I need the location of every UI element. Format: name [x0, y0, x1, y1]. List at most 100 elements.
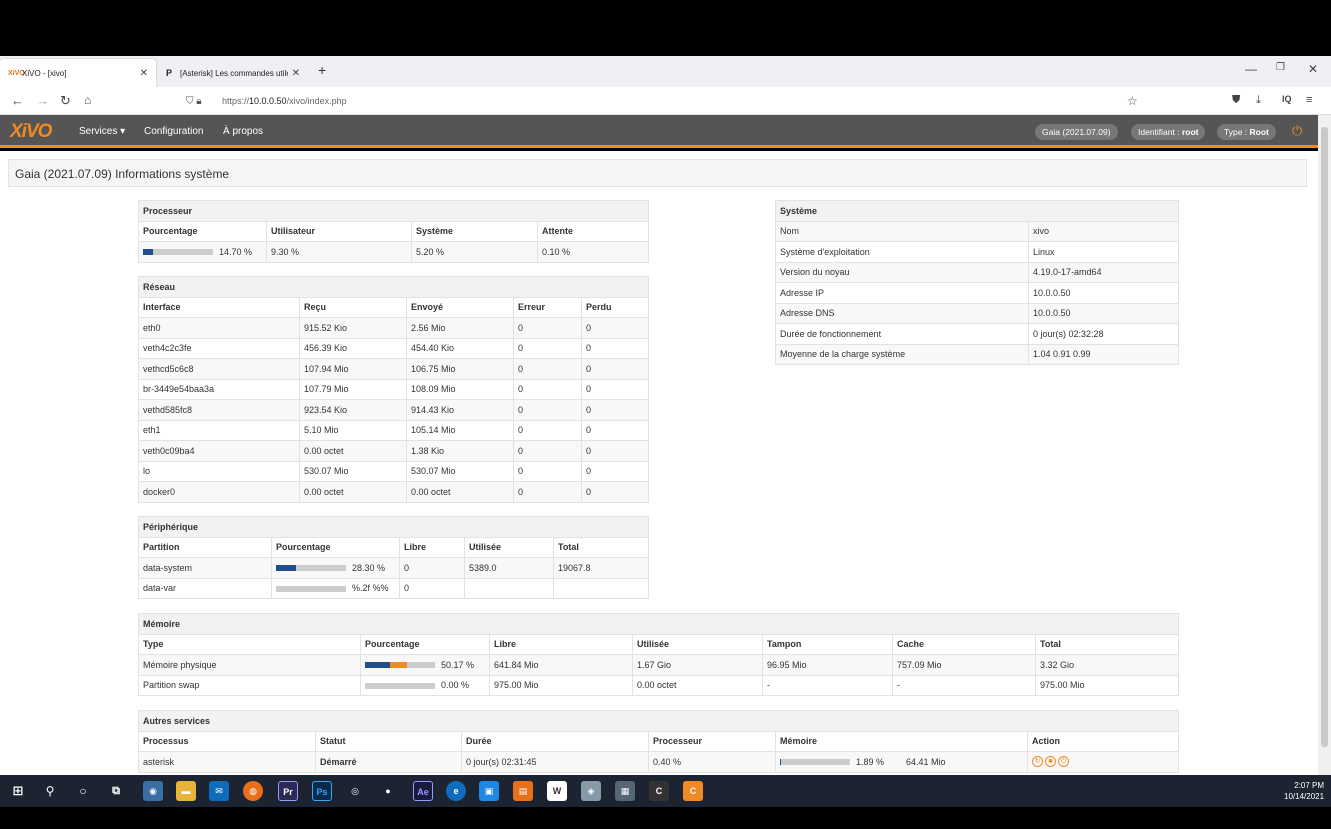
- col-header: Partition: [138, 536, 272, 558]
- download-icon[interactable]: ⤓: [1256, 94, 1261, 107]
- app-icon[interactable]: ◈: [581, 781, 601, 801]
- minimize-icon[interactable]: —: [1245, 62, 1257, 76]
- home-icon[interactable]: ⌂: [84, 93, 91, 107]
- cpu-wait-cell: 0.10 %: [537, 241, 649, 263]
- recu-cell: 0.00 octet: [299, 440, 407, 462]
- erreur-cell: 0: [513, 399, 582, 421]
- menu-icon[interactable]: ≡: [1306, 94, 1312, 106]
- property-value-cell: 10.0.0.50: [1028, 302, 1179, 324]
- bookmark-star-icon[interactable]: ☆: [1127, 94, 1138, 108]
- erreur-cell: 0: [513, 460, 582, 482]
- reload-icon[interactable]: ↻: [60, 93, 71, 109]
- menu-services[interactable]: Services ▾: [79, 126, 125, 137]
- photoshop-icon[interactable]: Ps: [312, 781, 332, 801]
- app-icon[interactable]: ◎: [345, 781, 365, 801]
- erreur-cell: 0: [513, 440, 582, 462]
- tab-title: XiVO - [xivo]: [22, 68, 67, 78]
- libre-cell: 975.00 Mio: [489, 674, 633, 696]
- col-header: Système: [411, 220, 538, 242]
- cache-cell: 757.09 Mio: [892, 654, 1036, 676]
- back-icon[interactable]: ←: [11, 93, 24, 108]
- peripherique-table: Périphérique Partition Pourcentage Libre…: [138, 516, 649, 599]
- after-effects-icon[interactable]: Ae: [413, 781, 433, 801]
- property-value-cell: 0 jour(s) 02:32:28: [1028, 323, 1179, 345]
- app-icon[interactable]: ▣: [479, 781, 499, 801]
- interface-cell: eth0: [138, 317, 300, 339]
- property-value-cell: 1.04 0.91 0.99: [1028, 343, 1179, 365]
- restart-icon[interactable]: ↻: [1032, 756, 1043, 768]
- browser-tab-xivo[interactable]: XiVO XiVO - [xivo] ✕: [0, 59, 156, 87]
- system-clock[interactable]: 2:07 PM 10/14/2021: [1284, 780, 1324, 802]
- firefox-icon[interactable]: ◍: [243, 781, 263, 801]
- table-row: Adresse DNS 10.0.0.50: [775, 302, 1179, 324]
- new-tab-icon[interactable]: +: [318, 62, 326, 78]
- process-cell: asterisk: [138, 751, 316, 773]
- app-icon[interactable]: C: [683, 781, 703, 801]
- property-name-cell: Moyenne de la charge système: [775, 343, 1029, 365]
- url-path: /xivo/index.php: [286, 96, 347, 106]
- recu-cell: 530.07 Mio: [299, 460, 407, 482]
- page-scrollbar[interactable]: [1318, 115, 1331, 775]
- maximize-icon[interactable]: ❐: [1276, 62, 1285, 73]
- app-icon[interactable]: ◉: [143, 781, 163, 801]
- col-header: Libre: [399, 536, 465, 558]
- file-explorer-icon[interactable]: ▬: [176, 781, 196, 801]
- url-host: 10.0.0.50: [249, 96, 287, 106]
- envoye-cell: 2.56 Mio: [406, 317, 514, 339]
- envoye-cell: 106.75 Mio: [406, 358, 514, 380]
- obs-icon[interactable]: ●: [378, 781, 398, 801]
- col-header: Action: [1027, 730, 1179, 752]
- erreur-cell: 0: [513, 337, 582, 359]
- status-cell: Démarré: [315, 751, 462, 773]
- task-view-icon[interactable]: ⧉: [106, 781, 126, 801]
- cpu-progress-bar: [143, 249, 213, 256]
- interface-cell: eth1: [138, 419, 300, 441]
- col-header: Processus: [138, 730, 316, 752]
- clock-date: 10/14/2021: [1284, 792, 1325, 801]
- col-header: Pourcentage: [138, 220, 267, 242]
- action-cell: ↻ ■ ⏻: [1027, 751, 1179, 773]
- close-window-icon[interactable]: ✕: [1308, 62, 1318, 76]
- app-icon[interactable]: C: [649, 781, 669, 801]
- search-icon[interactable]: ⚲: [40, 781, 60, 801]
- power-icon[interactable]: ⏻: [1058, 756, 1069, 768]
- recu-cell: 0.00 octet: [299, 481, 407, 503]
- edge-icon[interactable]: e: [446, 781, 466, 801]
- property-name-cell: Durée de fonctionnement: [775, 323, 1029, 345]
- extension-icon[interactable]: IQ: [1282, 94, 1292, 104]
- erreur-cell: 0: [513, 378, 582, 400]
- scrollbar-thumb[interactable]: [1321, 127, 1328, 747]
- windows-start-icon[interactable]: ⊞: [8, 781, 28, 801]
- menu-a-propos[interactable]: À propos: [223, 126, 263, 137]
- property-name-cell: Nom: [775, 220, 1029, 242]
- envoye-cell: 0.00 octet: [406, 481, 514, 503]
- browser-tab-asterisk[interactable]: P [Asterisk] Les commandes utile ✕: [158, 59, 308, 87]
- app-icon[interactable]: ▤: [513, 781, 533, 801]
- menu-configuration[interactable]: Configuration: [144, 126, 203, 137]
- recu-cell: 107.94 Mio: [299, 358, 407, 380]
- systeme-caption: Système: [775, 200, 1179, 222]
- premiere-icon[interactable]: Pr: [278, 781, 298, 801]
- word-icon[interactable]: W: [547, 781, 567, 801]
- percentage-cell: 28.30 %: [271, 557, 400, 579]
- logout-power-icon[interactable]: ⏻: [1292, 123, 1302, 139]
- recu-cell: 923.54 Kio: [299, 399, 407, 421]
- tampon-cell: -: [762, 674, 893, 696]
- table-row: vethcd5c6c8 107.94 Mio 106.75 Mio 0 0: [138, 358, 649, 380]
- percentage-cell: 50.17 %: [360, 654, 490, 676]
- url-bar[interactable]: ⛉ 🔒︎ https://10.0.0.50/xivo/index.php: [186, 90, 1146, 112]
- cortana-icon[interactable]: ○: [73, 781, 93, 801]
- close-tab-icon[interactable]: ✕: [140, 68, 148, 79]
- app-icon[interactable]: ▦: [615, 781, 635, 801]
- table-row: veth4c2c3fe 456.39 Kio 454.40 Kio 0 0: [138, 337, 649, 359]
- forward-icon[interactable]: →: [36, 93, 49, 108]
- pocket-icon[interactable]: ⛊: [1232, 94, 1240, 107]
- mail-icon[interactable]: ✉: [209, 781, 229, 801]
- total-cell: [553, 577, 649, 599]
- tampon-cell: 96.95 Mio: [762, 654, 893, 676]
- xivo-logo[interactable]: XiVO: [10, 121, 52, 143]
- close-tab-icon[interactable]: ✕: [292, 68, 300, 79]
- stop-icon[interactable]: ■: [1045, 756, 1056, 768]
- partition-cell: data-system: [138, 557, 272, 579]
- identifiant-pill: Identifiant : root: [1131, 124, 1206, 140]
